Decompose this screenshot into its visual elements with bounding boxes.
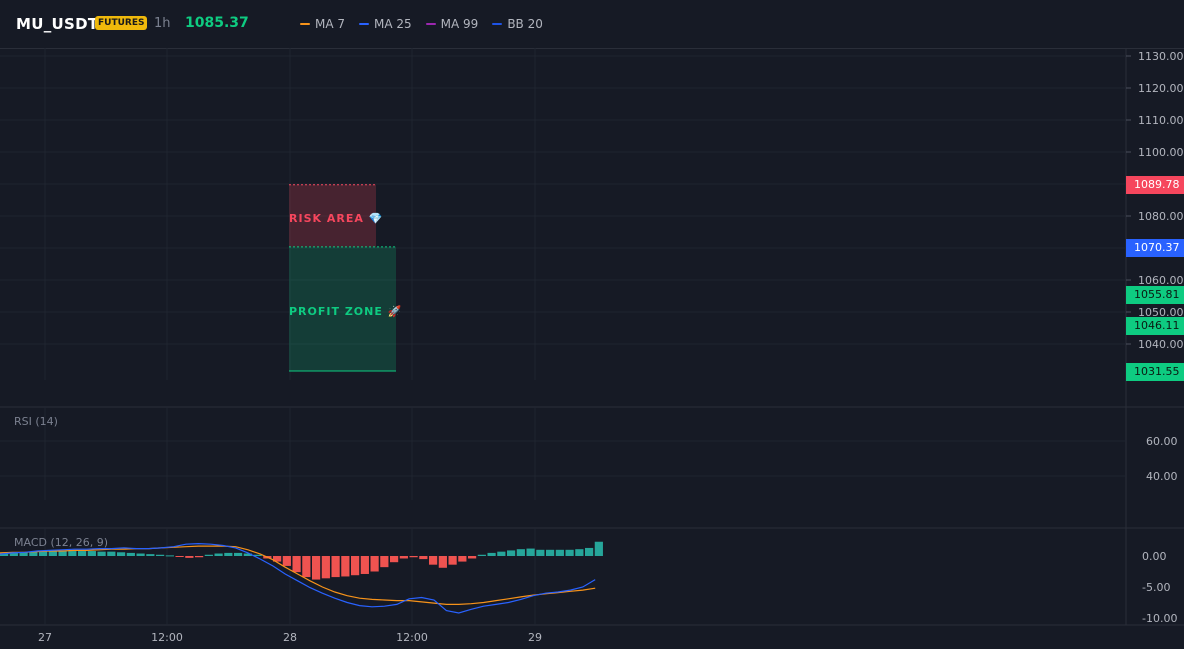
- macd-histogram-bar: [419, 556, 428, 560]
- macd-histogram-bar: [487, 552, 496, 556]
- macd-histogram-bar: [292, 556, 301, 573]
- macd-histogram-bar: [97, 551, 106, 556]
- macd-histogram-bar: [555, 549, 564, 556]
- macd-histogram-bar: [156, 554, 165, 556]
- macd-histogram-bar: [117, 552, 126, 556]
- macd-histogram-bar: [321, 556, 330, 579]
- macd-histogram-bar: [585, 547, 594, 556]
- macd-histogram-bar: [302, 556, 311, 578]
- price-tick-label: 1100.00: [1138, 146, 1184, 159]
- macd-histogram-bar: [224, 552, 233, 556]
- target-price-tag-1: 1055.81: [1126, 286, 1184, 304]
- macd-histogram-bar: [429, 556, 438, 565]
- macd-histogram-bar: [165, 555, 174, 557]
- macd-label: MACD (12, 26, 9): [14, 536, 109, 549]
- macd-histogram-bar: [68, 551, 77, 556]
- macd-histogram-bar: [282, 556, 291, 566]
- macd-pane: [0, 541, 603, 614]
- macd-histogram-bar: [185, 556, 194, 558]
- time-tick-label: 12:00: [151, 631, 183, 644]
- macd-histogram-bar: [175, 556, 184, 557]
- target-price-tag-2: 1046.11: [1126, 317, 1184, 335]
- time-tick-label: 28: [283, 631, 297, 644]
- macd-histogram-bar: [575, 549, 584, 556]
- price-tick-label: 1080.00: [1138, 210, 1184, 223]
- entry-price-tag: 1070.37: [1126, 239, 1184, 257]
- macd-histogram-bar: [565, 549, 574, 556]
- stop-price-tag: 1089.78: [1126, 176, 1184, 194]
- price-tick-label: 1130.00: [1138, 50, 1184, 63]
- macd-histogram-bar: [312, 556, 321, 580]
- macd-histogram-bar: [448, 556, 457, 565]
- macd-histogram-bar: [87, 551, 96, 556]
- chart-canvas[interactable]: 1130.001120.001110.001100.001080.001060.…: [0, 0, 1184, 649]
- macd-histogram-bar: [214, 553, 223, 556]
- macd-histogram-bar: [497, 551, 506, 556]
- macd-histogram-bar: [409, 556, 418, 558]
- time-tick-label: 29: [528, 631, 542, 644]
- rsi-tick-label: 40.00: [1146, 470, 1178, 483]
- macd-histogram-bar: [458, 556, 467, 562]
- macd-histogram-bar: [399, 556, 408, 559]
- time-tick-label: 12:00: [396, 631, 428, 644]
- macd-histogram-bar: [468, 556, 477, 559]
- macd-histogram-bar: [507, 550, 516, 556]
- grid: [0, 48, 1126, 625]
- macd-histogram-bar: [594, 541, 603, 556]
- macd-histogram-bar: [78, 551, 87, 556]
- macd-tick-label: -10.00: [1142, 612, 1177, 625]
- macd-histogram-bar: [536, 549, 545, 556]
- macd-histogram-bar: [390, 556, 399, 563]
- profit-zone-label: PROFIT ZONE 🚀: [289, 305, 403, 318]
- macd-histogram-bar: [146, 554, 155, 556]
- macd-histogram-bar: [351, 556, 360, 576]
- rsi-tick-label: 60.00: [1146, 435, 1178, 448]
- macd-histogram-bar: [48, 551, 57, 556]
- price-tick-label: 1040.00: [1138, 338, 1184, 351]
- macd-histogram-bar: [126, 552, 135, 556]
- macd-histogram-bar: [331, 556, 340, 578]
- macd-histogram-bar: [234, 552, 243, 556]
- rsi-label: RSI (14): [14, 415, 58, 428]
- macd-histogram-bar: [195, 556, 204, 558]
- macd-tick-label: 0.00: [1142, 550, 1167, 563]
- macd-histogram-bar: [526, 548, 535, 556]
- macd-histogram-bar: [380, 556, 389, 568]
- macd-histogram-bar: [136, 553, 145, 556]
- macd-histogram-bar: [438, 556, 447, 568]
- price-tick-label: 1110.00: [1138, 114, 1184, 127]
- macd-histogram-bar: [360, 556, 369, 574]
- target-price-tag-3: 1031.55: [1126, 363, 1184, 381]
- macd-histogram-bar: [546, 549, 555, 556]
- macd-histogram-bar: [477, 554, 486, 556]
- time-tick-label: 27: [38, 631, 52, 644]
- macd-histogram-bar: [370, 556, 379, 572]
- price-tick-label: 1120.00: [1138, 82, 1184, 95]
- macd-histogram-bar: [516, 549, 525, 556]
- macd-histogram-bar: [341, 556, 350, 577]
- risk-area-label: RISK AREA 💎: [289, 212, 384, 225]
- macd-histogram-bar: [107, 551, 116, 556]
- macd-histogram-bar: [204, 554, 213, 556]
- macd-tick-label: -5.00: [1142, 581, 1170, 594]
